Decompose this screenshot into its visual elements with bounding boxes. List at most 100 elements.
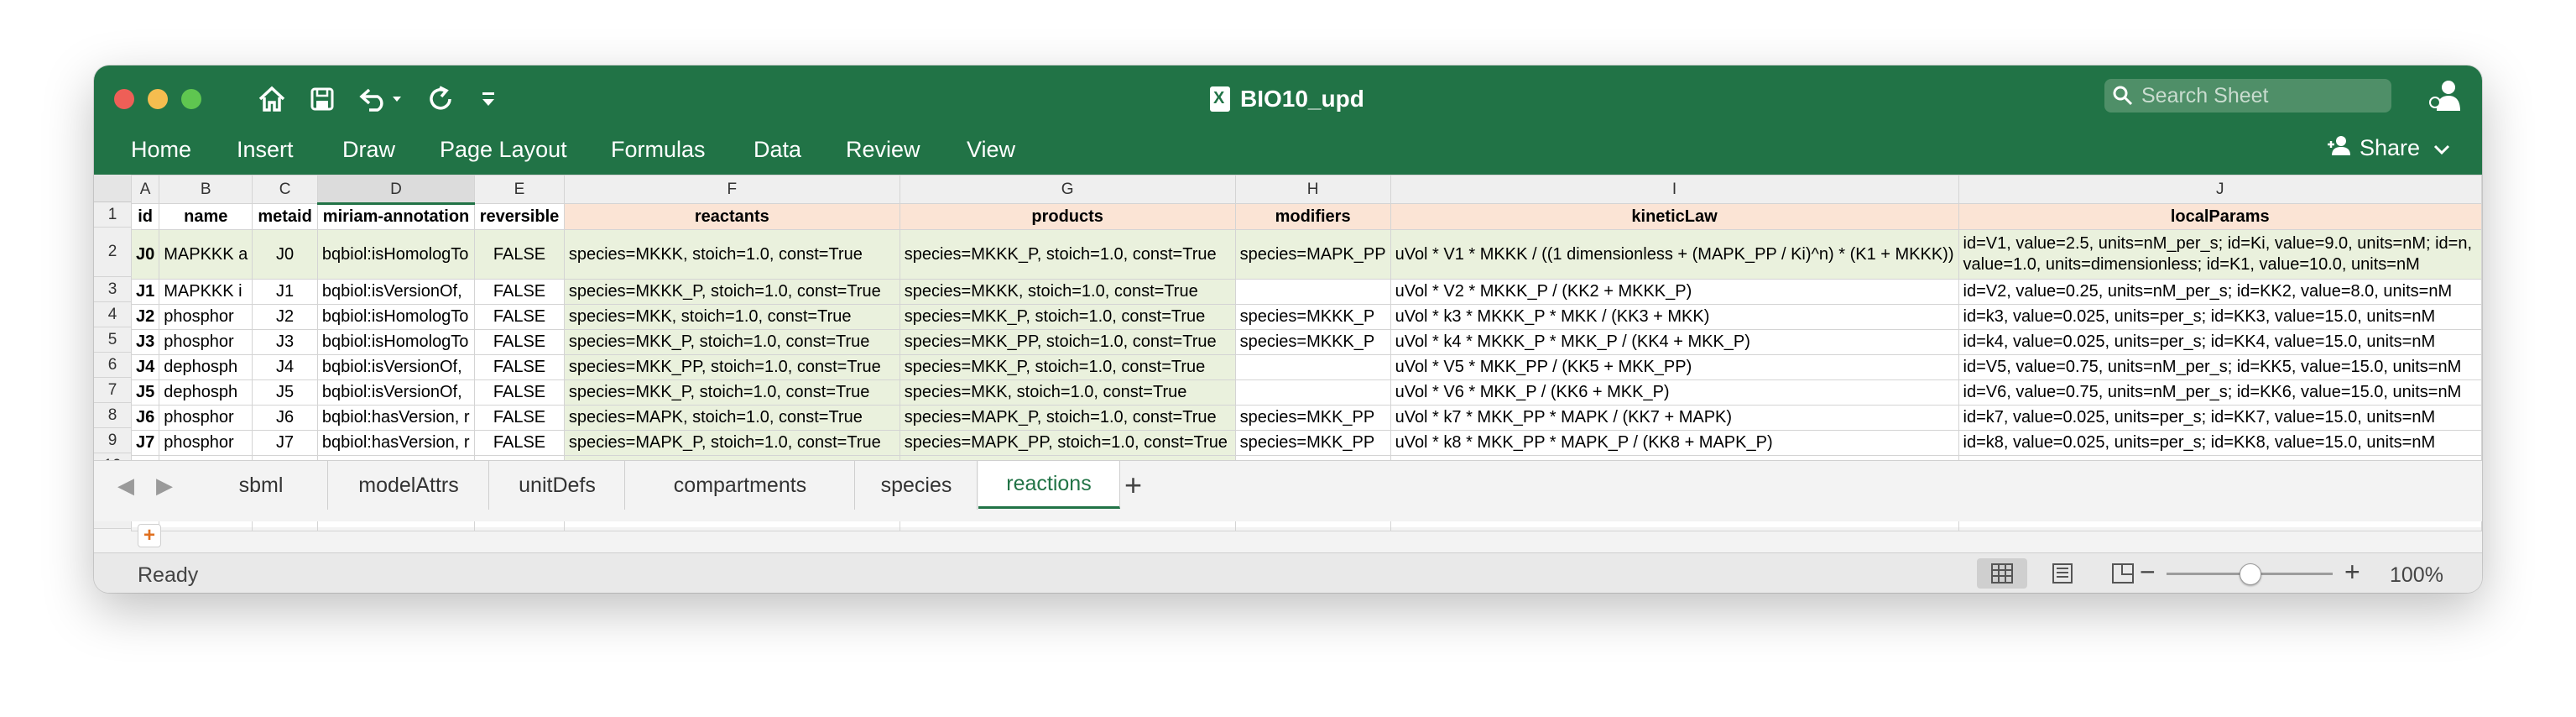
cell[interactable]: bqbiol:isHomologTo — [316, 329, 476, 355]
cell[interactable]: bqbiol:isVersionOf, — [316, 379, 476, 406]
cell[interactable]: J2 — [252, 304, 318, 330]
header-cell[interactable]: metaid — [252, 203, 318, 230]
zoom-slider-knob[interactable] — [2240, 563, 2261, 585]
cell[interactable]: MAPKKK a — [159, 229, 253, 280]
row-header[interactable]: 1 — [94, 202, 131, 228]
header-cell[interactable]: miriam-annotation — [316, 203, 476, 230]
cell[interactable]: id=V6, value=0.75, units=nM_per_s; id=KK… — [1958, 379, 2482, 406]
scroll-tabs-right-icon[interactable]: ▶ — [156, 473, 173, 499]
cell[interactable]: FALSE — [474, 329, 565, 355]
cell[interactable]: J5 — [252, 379, 318, 406]
cell[interactable]: bqbiol:isHomologTo — [316, 304, 476, 330]
cell[interactable]: uVol * V2 * MKKK_P / (KK2 + MKKK_P) — [1390, 279, 1959, 305]
cell[interactable]: id=k8, value=0.025, units=per_s; id=KK8,… — [1958, 430, 2482, 456]
search-sheet-box[interactable]: Search Sheet — [2104, 79, 2391, 113]
scroll-tabs-left-icon[interactable]: ◀ — [117, 473, 134, 499]
menu-review[interactable]: Review — [846, 131, 920, 168]
row-header[interactable]: 7 — [94, 378, 131, 403]
cell[interactable]: J0 — [252, 229, 318, 280]
cell[interactable]: bqbiol:isVersionOf, — [316, 354, 476, 380]
menu-home[interactable]: Home — [131, 131, 191, 168]
cell[interactable]: species=MKK_P, stoich=1.0, const=True — [563, 379, 900, 406]
cell[interactable]: J6 — [130, 405, 160, 431]
header-cell[interactable]: localParams — [1958, 203, 2482, 230]
sheet-tab-compartments[interactable]: compartments — [626, 461, 855, 510]
sheet-tab-species[interactable]: species — [856, 461, 978, 510]
cell[interactable]: uVol * k8 * MKK_PP * MAPK_P / (KK8 + MAP… — [1390, 430, 1959, 456]
header-cell[interactable]: modifiers — [1234, 203, 1391, 230]
cell[interactable]: species=MKKK_P — [1234, 329, 1391, 355]
header-cell[interactable]: products — [899, 203, 1236, 230]
row-header[interactable]: 3 — [94, 277, 131, 302]
menu-data[interactable]: Data — [754, 131, 801, 168]
row-header[interactable]: 6 — [94, 353, 131, 378]
add-sheet-icon[interactable]: + — [1124, 468, 1142, 503]
cell[interactable]: id=V2, value=0.25, units=nM_per_s; id=KK… — [1958, 279, 2482, 305]
column-header[interactable]: B — [159, 175, 253, 204]
zoom-out-button[interactable]: − — [2140, 557, 2156, 588]
cell[interactable]: dephosph — [159, 379, 253, 406]
cell[interactable]: species=MKKK, stoich=1.0, const=True — [899, 279, 1236, 305]
column-header[interactable]: F — [563, 175, 900, 204]
sheet-tab-modelattrs[interactable]: modelAttrs — [329, 461, 489, 510]
header-cell[interactable]: id — [130, 203, 160, 230]
cell[interactable]: id=k4, value=0.025, units=per_s; id=KK4,… — [1958, 329, 2482, 355]
cell[interactable]: bqbiol:isHomologTo — [316, 229, 476, 280]
cell[interactable]: id=k3, value=0.025, units=per_s; id=KK3,… — [1958, 304, 2482, 330]
close-window-button[interactable] — [114, 89, 134, 109]
page-layout-view-icon[interactable] — [2037, 558, 2088, 589]
zoom-in-button[interactable]: + — [2344, 557, 2360, 588]
menu-insert[interactable]: Insert — [237, 131, 294, 168]
column-header[interactable]: C — [252, 175, 318, 204]
cell[interactable]: species=MAPK_P, stoich=1.0, const=True — [563, 430, 900, 456]
share-button[interactable]: Share — [2326, 129, 2450, 166]
cell[interactable]: uVol * k4 * MKKK_P * MKK_P / (KK4 + MKK_… — [1390, 329, 1959, 355]
cell[interactable]: MAPKKK i — [159, 279, 253, 305]
cell[interactable]: species=MKK, stoich=1.0, const=True — [899, 379, 1236, 406]
header-cell[interactable]: reversible — [474, 203, 565, 230]
cell[interactable] — [1234, 354, 1391, 380]
row-header[interactable]: 2 — [94, 228, 131, 277]
menu-draw[interactable]: Draw — [342, 131, 395, 168]
cell[interactable]: species=MKK, stoich=1.0, const=True — [563, 304, 900, 330]
cell[interactable] — [1234, 279, 1391, 305]
cell[interactable] — [1234, 379, 1391, 406]
column-header[interactable]: J — [1958, 175, 2482, 204]
cell[interactable]: J4 — [252, 354, 318, 380]
cell[interactable]: J4 — [130, 354, 160, 380]
cell[interactable]: J3 — [252, 329, 318, 355]
cell[interactable]: phosphor — [159, 405, 253, 431]
add-row-icon[interactable]: + — [138, 524, 161, 547]
cell[interactable]: species=MKK_PP, stoich=1.0, const=True — [563, 354, 900, 380]
cell[interactable]: FALSE — [474, 304, 565, 330]
cell[interactable]: uVol * V1 * MKKK / ((1 dimensionless + (… — [1390, 229, 1959, 280]
cell[interactable]: dephosph — [159, 354, 253, 380]
cell[interactable]: FALSE — [474, 430, 565, 456]
menu-formulas[interactable]: Formulas — [611, 131, 706, 168]
cell[interactable]: species=MKKK_P, stoich=1.0, const=True — [899, 229, 1236, 280]
home-icon[interactable] — [253, 81, 290, 118]
cell[interactable]: species=MKK_P, stoich=1.0, const=True — [563, 329, 900, 355]
cell[interactable]: FALSE — [474, 379, 565, 406]
cell[interactable]: J1 — [252, 279, 318, 305]
cell[interactable]: J7 — [130, 430, 160, 456]
normal-view-icon[interactable] — [1977, 558, 2027, 589]
menu-page-layout[interactable]: Page Layout — [440, 131, 567, 168]
column-header[interactable]: I — [1390, 175, 1959, 204]
menu-view[interactable]: View — [967, 131, 1015, 168]
header-cell[interactable]: reactants — [563, 203, 900, 230]
cell[interactable]: species=MKK_PP — [1234, 405, 1391, 431]
cell[interactable]: uVol * V6 * MKK_P / (KK6 + MKK_P) — [1390, 379, 1959, 406]
column-header[interactable]: E — [474, 175, 565, 204]
cell[interactable]: uVol * V5 * MKK_PP / (KK5 + MKK_PP) — [1390, 354, 1959, 380]
header-cell[interactable]: name — [159, 203, 253, 230]
undo-icon[interactable] — [356, 81, 406, 118]
cell[interactable]: bqbiol:hasVersion, r — [316, 405, 476, 431]
cell[interactable]: phosphor — [159, 329, 253, 355]
cell[interactable]: id=V5, value=0.75, units=nM_per_s; id=KK… — [1958, 354, 2482, 380]
cell[interactable]: FALSE — [474, 405, 565, 431]
cell[interactable]: phosphor — [159, 430, 253, 456]
sheet-tab-reactions[interactable]: reactions — [978, 461, 1120, 509]
cell[interactable]: bqbiol:isVersionOf, — [316, 279, 476, 305]
column-header[interactable]: D — [316, 175, 476, 205]
